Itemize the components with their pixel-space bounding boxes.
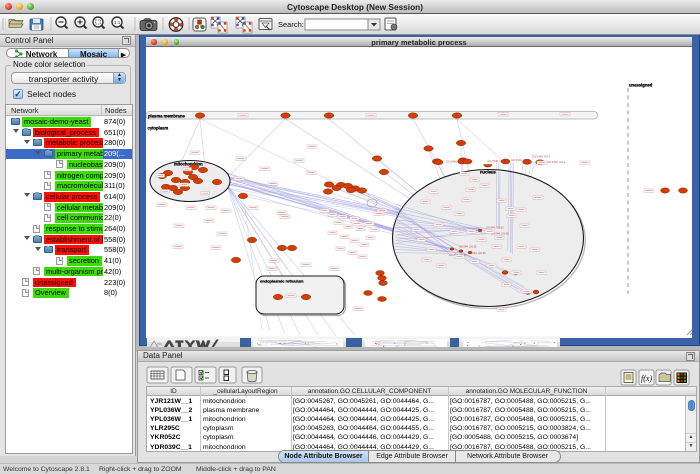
svg-text:GO.0440, GO.4: GO.0440, GO.4 — [547, 160, 566, 164]
svg-text:GO.044, GO.05: GO.044, GO.05 — [459, 246, 477, 249]
svg-text:f(x): f(x) — [641, 374, 652, 383]
svg-text:Search:: Search: — [278, 20, 304, 29]
svg-text:GO.0440, GO.4: GO.0440, GO.4 — [488, 159, 507, 163]
svg-text:1:1: 1:1 — [114, 20, 121, 25]
svg-text:endoplasmic reticulum: endoplasmic reticulum — [260, 279, 304, 284]
svg-text:GO.044, GO.05: GO.044, GO.05 — [468, 252, 486, 255]
svg-text:cytoplasm: cytoplasm — [148, 126, 169, 131]
svg-text:GO.0440, GO.4: GO.0440, GO.4 — [446, 160, 465, 164]
svg-text:unassigned: unassigned — [629, 83, 653, 88]
svg-text:mitochondrion: mitochondrion — [174, 162, 203, 167]
svg-text:plasma membrane: plasma membrane — [148, 114, 185, 119]
svg-text:GO.0440, GO.4: GO.0440, GO.4 — [532, 155, 551, 159]
svg-text:GO.0440, GO.4: GO.0440, GO.4 — [511, 158, 530, 162]
svg-text:GO.044, GO.05: GO.044, GO.05 — [486, 227, 504, 230]
svg-text:nucleus: nucleus — [480, 170, 496, 175]
